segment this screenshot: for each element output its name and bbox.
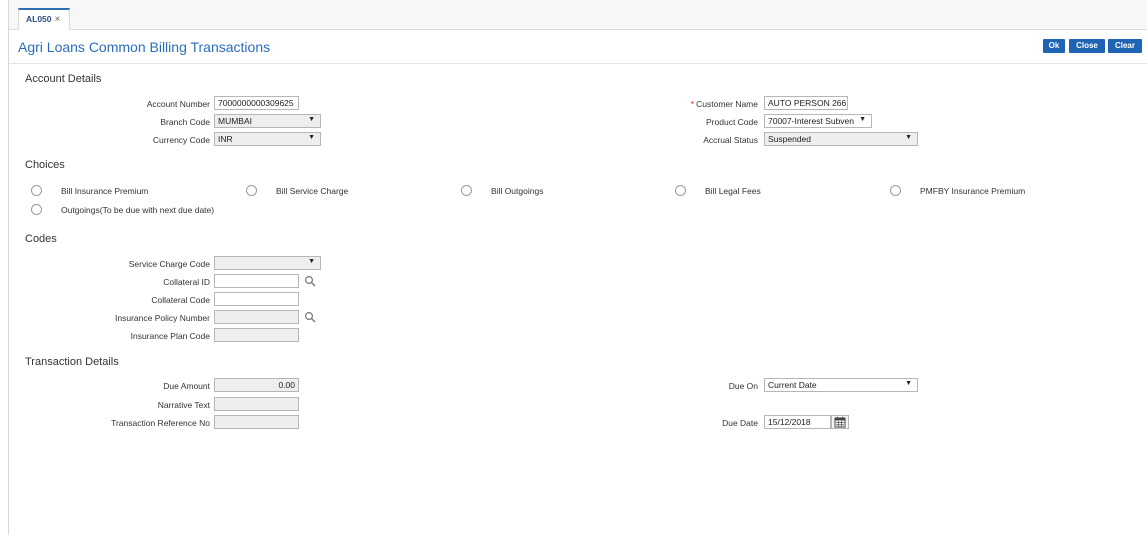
choice-bill-legal-fees[interactable]: Bill Legal Fees (675, 185, 855, 197)
choice-bill-outgoings[interactable]: Bill Outgoings (461, 185, 641, 197)
branch-code-value: MUMBAI (218, 116, 252, 126)
left-border (8, 0, 9, 535)
tab-al050[interactable]: AL050 × (18, 8, 70, 30)
choice-pmfby-insurance-premium[interactable]: PMFBY Insurance Premium (890, 185, 1070, 197)
due-on-value: Current Date (768, 380, 817, 390)
required-marker: * (690, 99, 695, 109)
section-choices: Choices (25, 159, 65, 171)
choice-bill-service-charge[interactable]: Bill Service Charge (246, 185, 426, 197)
caret-down-icon: ▼ (308, 116, 315, 123)
tab-bar: AL050 × (9, 0, 1147, 30)
title-divider (9, 63, 1147, 64)
customer-name-label-text: Customer Name (696, 99, 758, 109)
due-amount-field[interactable]: 0.00 (214, 378, 299, 392)
customer-name-field[interactable]: AUTO PERSON 266 (764, 96, 848, 110)
insurance-policy-number-field[interactable] (214, 310, 299, 324)
transaction-reference-no-label: Transaction Reference No (111, 418, 210, 428)
radio-button[interactable] (31, 204, 42, 215)
insurance-plan-code-field[interactable] (214, 328, 299, 342)
currency-code-value: INR (218, 134, 233, 144)
radio-button[interactable] (461, 185, 472, 196)
page-title: Agri Loans Common Billing Transactions (18, 39, 271, 55)
choice-label: PMFBY Insurance Premium (920, 186, 1026, 196)
choice-label: Bill Insurance Premium (61, 186, 149, 196)
caret-down-icon: ▼ (859, 116, 866, 123)
collateral-id-label: Collateral ID (163, 277, 210, 287)
search-icon[interactable] (304, 311, 316, 323)
caret-down-icon: ▼ (905, 380, 912, 387)
choice-label: Bill Legal Fees (705, 186, 761, 196)
choice-label: Outgoings(To be due with next due date) (61, 205, 215, 215)
close-button[interactable]: Close (1069, 39, 1105, 53)
caret-down-icon: ▼ (905, 134, 912, 141)
clear-button[interactable]: Clear (1108, 39, 1142, 53)
currency-code-select[interactable]: INR ▼ (214, 132, 321, 146)
choice-label: Bill Service Charge (276, 186, 349, 196)
product-code-value: 70007-Interest Subven (768, 116, 855, 126)
insurance-policy-number-label: Insurance Policy Number (115, 313, 210, 323)
product-code-label: Product Code (706, 117, 758, 127)
branch-code-label: Branch Code (160, 117, 210, 127)
caret-down-icon: ▼ (308, 258, 315, 265)
calendar-button[interactable] (831, 415, 849, 429)
search-icon[interactable] (304, 275, 316, 287)
service-charge-code-label: Service Charge Code (128, 259, 210, 269)
radio-button[interactable] (675, 185, 686, 196)
collateral-id-field[interactable] (214, 274, 299, 288)
choice-label: Bill Outgoings (491, 186, 544, 196)
close-icon[interactable]: × (55, 14, 61, 25)
section-codes: Codes (25, 233, 57, 245)
account-number-field[interactable]: 7000000000309625 (214, 96, 299, 110)
customer-name-label: * Customer Name (691, 99, 758, 109)
collateral-code-label: Collateral Code (151, 295, 210, 305)
radio-button[interactable] (31, 185, 42, 196)
product-code-select[interactable]: 70007-Interest Subven ▼ (764, 114, 872, 128)
choice-bill-insurance-premium[interactable]: Bill Insurance Premium (31, 185, 211, 197)
accrual-status-select[interactable]: Suspended ▼ (764, 132, 918, 146)
section-transaction-details: Transaction Details (25, 356, 119, 368)
calendar-icon (834, 416, 846, 428)
branch-code-select[interactable]: MUMBAI ▼ (214, 114, 321, 128)
collateral-code-field[interactable] (214, 292, 299, 306)
radio-button[interactable] (246, 185, 257, 196)
due-date-label: Due Date (722, 418, 758, 428)
currency-code-label: Currency Code (152, 135, 210, 145)
radio-button[interactable] (890, 185, 901, 196)
due-on-label: Due On (728, 381, 758, 391)
accrual-status-value: Suspended (768, 134, 812, 144)
narrative-text-field[interactable] (214, 397, 299, 411)
accrual-status-label: Accrual Status (703, 135, 758, 145)
transaction-reference-no-field[interactable] (214, 415, 299, 429)
account-number-label: Account Number (146, 99, 210, 109)
section-account-details: Account Details (25, 73, 102, 85)
tab-label: AL050 (26, 14, 52, 24)
choice-outgoings-next-due[interactable]: Outgoings(To be due with next due date) (31, 204, 251, 216)
due-date-field[interactable]: 15/12/2018 (764, 415, 831, 429)
service-charge-code-select[interactable]: ▼ (214, 256, 321, 270)
ok-button[interactable]: Ok (1043, 39, 1065, 53)
caret-down-icon: ▼ (308, 134, 315, 141)
due-on-select[interactable]: Current Date ▼ (764, 378, 918, 392)
due-amount-label: Due Amount (163, 381, 210, 391)
narrative-text-label: Narrative Text (157, 400, 210, 410)
insurance-plan-code-label: Insurance Plan Code (130, 331, 210, 341)
